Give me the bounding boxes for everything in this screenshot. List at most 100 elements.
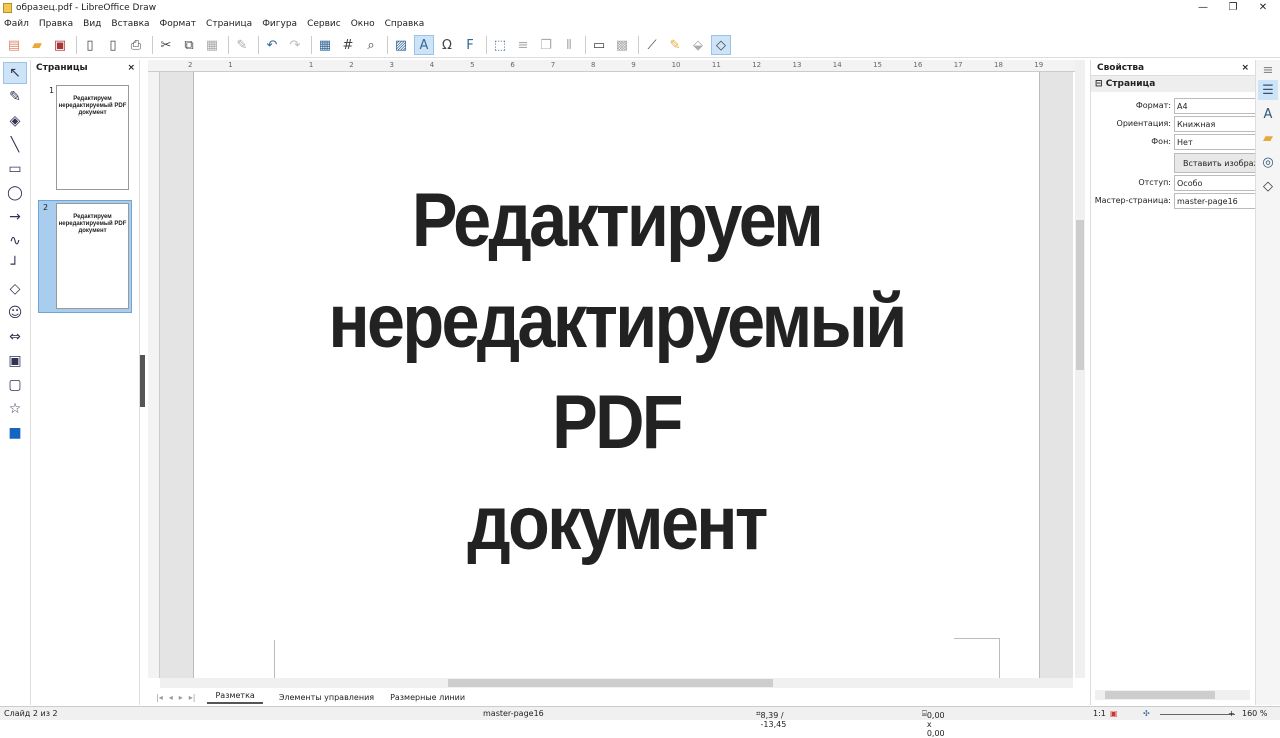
export-icon[interactable]: ▯ — [80, 35, 100, 55]
zoom-level[interactable]: 160 % — [1242, 709, 1267, 718]
special-character-icon[interactable]: Ω — [437, 35, 457, 55]
helplines-icon[interactable]: # — [338, 35, 358, 55]
shapes-tab-icon[interactable]: ◇ — [1258, 176, 1278, 196]
menu-file[interactable]: Файл — [4, 19, 29, 29]
line-icon[interactable]: ╲ — [3, 134, 27, 156]
horizontal-ruler[interactable]: 2 1 1 2 3 4 5 6 7 8 9 10 11 12 13 14 15 16 17 18 19 — [148, 60, 1075, 72]
shadow-icon[interactable]: ▭ — [589, 35, 609, 55]
tab-controls[interactable]: Элементы управления — [279, 693, 374, 702]
extrusion-icon[interactable]: ⬙ — [688, 35, 708, 55]
menu-help[interactable]: Справка — [385, 19, 425, 29]
insert-image-button[interactable]: Вставить изображение — [1174, 153, 1256, 173]
textbox-icon[interactable]: A — [414, 35, 434, 55]
line-color-icon[interactable]: ✎ — [3, 86, 27, 108]
first-tab-icon[interactable]: |◂ — [156, 693, 163, 702]
points-icon[interactable]: ⟋ — [642, 35, 662, 55]
basic-shapes-icon[interactable]: ◇ — [3, 278, 27, 300]
drawing-canvas[interactable]: Редактируем нередактируемый PDF документ — [160, 72, 1073, 678]
glue-points-icon[interactable]: ✎ — [665, 35, 685, 55]
tab-layout[interactable]: Разметка — [207, 691, 263, 704]
redo-icon[interactable]: ↷ — [285, 35, 305, 55]
menu-format[interactable]: Формат — [160, 19, 197, 29]
gallery-tab-icon[interactable]: ▰ — [1258, 128, 1278, 148]
close-window-button[interactable]: ✕ — [1248, 0, 1278, 16]
copy-icon[interactable]: ⧉ — [179, 35, 199, 55]
close-sidebar-icon[interactable]: × — [1241, 63, 1249, 73]
distribute-icon[interactable]: ⫴ — [559, 35, 579, 55]
select-icon[interactable]: ↖ — [3, 62, 27, 84]
styles-tab-icon[interactable]: A — [1258, 104, 1278, 124]
maximize-button[interactable]: ❐ — [1218, 0, 1248, 16]
ruler-label: 2 — [349, 61, 354, 69]
page-thumbnail[interactable]: Редактируем нередактируемый PDF документ — [56, 85, 129, 190]
menu-view[interactable]: Вид — [83, 19, 101, 29]
paste-icon[interactable]: ▦ — [202, 35, 222, 55]
flowchart-icon[interactable]: ▣ — [3, 350, 27, 372]
menu-icon[interactable]: ≡ — [1258, 63, 1278, 78]
prev-tab-icon[interactable]: ◂ — [169, 693, 173, 702]
image-icon[interactable]: ▨ — [391, 35, 411, 55]
background-select[interactable]: Нет — [1174, 134, 1256, 150]
zoom-slider[interactable] — [1160, 714, 1235, 715]
close-pages-panel-icon[interactable]: × — [127, 63, 135, 73]
document-text[interactable]: Редактируем нередактируемый PDF документ — [236, 170, 997, 574]
menu-edit[interactable]: Правка — [39, 19, 73, 29]
grid-icon[interactable]: ▦ — [315, 35, 335, 55]
block-arrows-icon[interactable]: ⇔ — [3, 326, 27, 348]
properties-tab-icon[interactable]: ☰ — [1258, 80, 1278, 100]
export-pdf-icon[interactable]: ▯ — [103, 35, 123, 55]
master-page-select[interactable]: master-page16 — [1174, 193, 1256, 209]
open-icon[interactable]: ▰ — [27, 35, 47, 55]
menu-window[interactable]: Окно — [351, 19, 375, 29]
menu-shape[interactable]: Фигура — [262, 19, 297, 29]
horizontal-scrollbar[interactable] — [160, 678, 1073, 688]
fit-page-icon[interactable]: ✣ — [1143, 709, 1150, 718]
next-tab-icon[interactable]: ▸ — [179, 693, 183, 702]
ruler-label: 15 — [873, 61, 883, 69]
3d-objects-icon[interactable]: ■ — [3, 422, 27, 444]
arrange-icon[interactable]: ❐ — [536, 35, 556, 55]
fontwork-icon[interactable]: F — [460, 35, 480, 55]
draw-functions-icon[interactable]: ◇ — [711, 35, 731, 55]
tab-dimension-lines[interactable]: Размерные линии — [390, 693, 465, 702]
navigator-tab-icon[interactable]: ◎ — [1258, 152, 1278, 172]
menu-tools[interactable]: Сервис — [307, 19, 341, 29]
new-icon[interactable]: ▤ — [4, 35, 24, 55]
star-icon[interactable]: ☆ — [3, 398, 27, 420]
orientation-select[interactable]: Книжная — [1174, 116, 1256, 132]
cut-icon[interactable]: ✂ — [156, 35, 176, 55]
page[interactable]: Редактируем нередактируемый PDF документ — [193, 72, 1040, 678]
document-modified-icon[interactable]: ▣ — [1110, 709, 1118, 718]
save-icon[interactable]: ▣ — [50, 35, 70, 55]
clone-formatting-icon[interactable]: ✎ — [232, 35, 252, 55]
fill-color-icon[interactable]: ◈ — [3, 110, 27, 132]
ellipse-icon[interactable]: ◯ — [3, 182, 27, 204]
vertical-ruler[interactable] — [148, 72, 160, 678]
section-page[interactable]: ⊟ Страница — [1091, 76, 1255, 92]
crop-icon[interactable]: ▩ — [612, 35, 632, 55]
drawing-toolbar: ↖ ✎ ◈ ╲ ▭ ◯ → ∿ ┘ ◇ ☺ ⇔ ▣ ▢ ☆ ■ — [0, 60, 31, 705]
format-select[interactable]: A4 — [1174, 98, 1256, 114]
curve-icon[interactable]: ∿ — [3, 230, 27, 252]
pages-panel-collapse-handle[interactable] — [140, 355, 145, 407]
scale-readout: 1:1 — [1093, 709, 1106, 718]
menu-insert[interactable]: Вставка — [111, 19, 149, 29]
zoom-in-icon[interactable]: + — [1228, 709, 1235, 718]
connector-icon[interactable]: ┘ — [3, 254, 27, 276]
minimize-button[interactable]: — — [1188, 0, 1218, 16]
menu-page[interactable]: Страница — [206, 19, 252, 29]
arrow-line-icon[interactable]: → — [3, 206, 27, 228]
page-thumbnail[interactable]: Редактируем нередактируемый PDF документ — [56, 203, 129, 309]
callout-icon[interactable]: ▢ — [3, 374, 27, 396]
margin-select[interactable]: Особо — [1174, 175, 1256, 191]
vertical-scrollbar[interactable] — [1075, 60, 1085, 678]
align-icon[interactable]: ≡ — [513, 35, 533, 55]
sidebar-scrollbar[interactable] — [1095, 690, 1250, 700]
last-tab-icon[interactable]: ▸| — [189, 693, 196, 702]
zoom-icon[interactable]: ⌕ — [361, 35, 381, 55]
print-icon[interactable]: ⎙ — [126, 35, 146, 55]
symbol-shapes-icon[interactable]: ☺ — [3, 302, 27, 324]
transformations-icon[interactable]: ⬚ — [490, 35, 510, 55]
undo-icon[interactable]: ↶ — [262, 35, 282, 55]
rectangle-icon[interactable]: ▭ — [3, 158, 27, 180]
